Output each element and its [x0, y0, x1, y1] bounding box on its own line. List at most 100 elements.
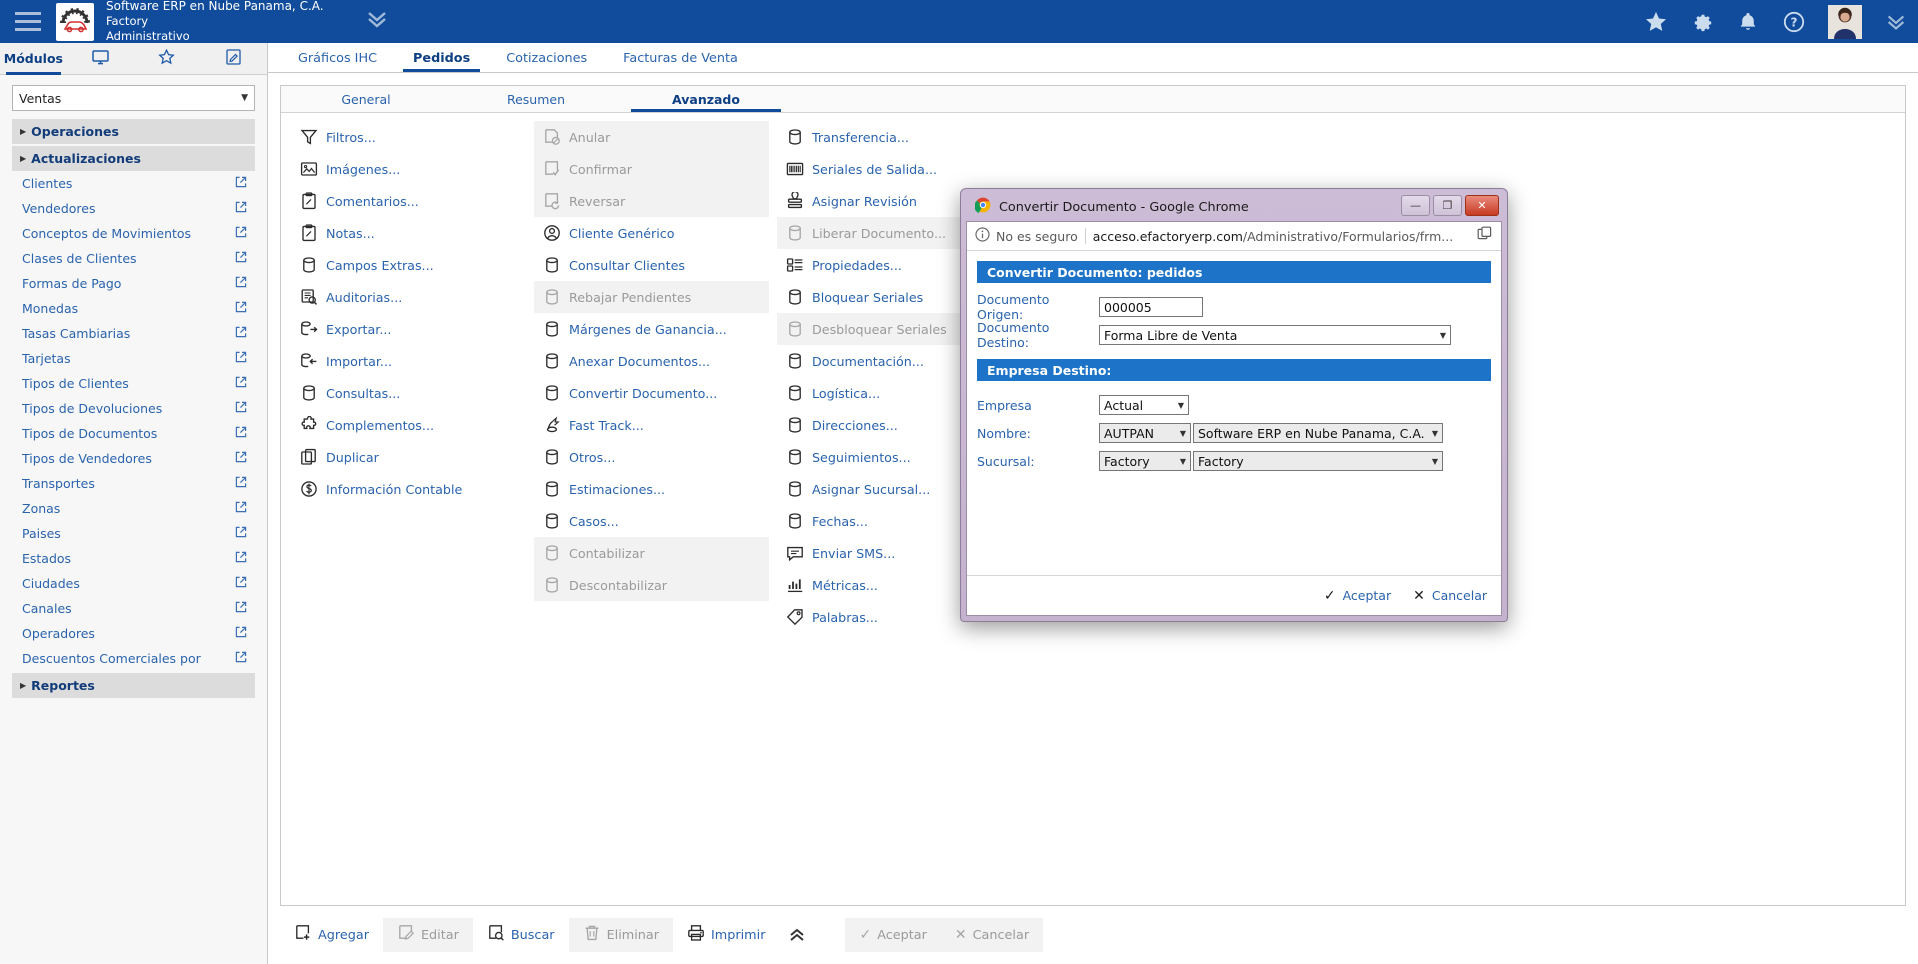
- chevron-double-up-icon[interactable]: [779, 927, 815, 943]
- tab-gr-ficos-ihc[interactable]: Gráficos IHC: [280, 45, 395, 72]
- external-link-icon[interactable]: [235, 651, 247, 666]
- sidebar-tab-monitor[interactable]: [67, 43, 134, 74]
- empresa-select[interactable]: Actual ▼: [1099, 395, 1189, 415]
- action-otros[interactable]: Otros...: [534, 441, 769, 473]
- sidebar-tab-modulos[interactable]: Módulos: [0, 43, 67, 75]
- external-link-icon[interactable]: [235, 276, 247, 291]
- module-select[interactable]: Ventas ▼: [12, 85, 255, 111]
- external-link-icon[interactable]: [235, 326, 247, 341]
- close-button[interactable]: ✕: [1465, 195, 1499, 216]
- action-fast-track[interactable]: Fast Track...: [534, 409, 769, 441]
- action-m-rgenes-de-ganancia[interactable]: Márgenes de Ganancia...: [534, 313, 769, 345]
- maximize-button[interactable]: ❐: [1433, 195, 1462, 216]
- sidebar-tab-favoritos[interactable]: [134, 43, 201, 74]
- sucursal-nombre-select[interactable]: Factory ▼: [1193, 451, 1443, 471]
- sidebar-item-zonas[interactable]: Zonas: [12, 496, 255, 521]
- documento-origen-input[interactable]: 000005: [1099, 297, 1203, 317]
- action-comentarios[interactable]: Comentarios...: [291, 185, 526, 217]
- external-link-icon[interactable]: [235, 626, 247, 641]
- action-duplicar[interactable]: Duplicar: [291, 441, 526, 473]
- sidebar-item-clases-de-clientes[interactable]: Clases de Clientes: [12, 246, 255, 271]
- external-link-icon[interactable]: [235, 401, 247, 416]
- action-seriales-de-salida[interactable]: Seriales de Salida...: [777, 153, 1012, 185]
- dialog-cancelar-button[interactable]: ✕ Cancelar: [1413, 588, 1487, 604]
- action-filtros[interactable]: Filtros...: [291, 121, 526, 153]
- action-transferencia[interactable]: Transferencia...: [777, 121, 1012, 153]
- external-link-icon[interactable]: [235, 551, 247, 566]
- action-notas[interactable]: Notas...: [291, 217, 526, 249]
- sidebar-item-tipos-de-documentos[interactable]: Tipos de Documentos: [12, 421, 255, 446]
- hamburger-menu-icon[interactable]: [0, 12, 56, 31]
- subtab-general[interactable]: General: [281, 86, 451, 112]
- star-icon[interactable]: [1644, 10, 1668, 34]
- external-link-icon[interactable]: [235, 201, 247, 216]
- action-importar[interactable]: Importar...: [291, 345, 526, 377]
- sidebar-item-paises[interactable]: Paises: [12, 521, 255, 546]
- sidebar-item-ciudades[interactable]: Ciudades: [12, 571, 255, 596]
- action-campos-extras[interactable]: Campos Extras...: [291, 249, 526, 281]
- external-link-icon[interactable]: [235, 601, 247, 616]
- sidebar-item-tipos-de-vendedores[interactable]: Tipos de Vendedores: [12, 446, 255, 471]
- security-status[interactable]: No es seguro: [975, 227, 1078, 245]
- external-link-icon[interactable]: [235, 176, 247, 191]
- bell-icon[interactable]: [1736, 10, 1760, 34]
- tab-facturas-de-venta[interactable]: Facturas de Venta: [605, 45, 756, 72]
- dialog-title-bar[interactable]: Convertir Documento - Google Chrome — ❐ …: [965, 193, 1503, 221]
- sidebar-item-operadores[interactable]: Operadores: [12, 621, 255, 646]
- sidebar-tab-notas[interactable]: [200, 43, 267, 74]
- external-link-icon[interactable]: [235, 526, 247, 541]
- action-consultas[interactable]: Consultas...: [291, 377, 526, 409]
- action-informaci-n-contable[interactable]: Información Contable: [291, 473, 526, 505]
- sidebar-item-tipos-de-clientes[interactable]: Tipos de Clientes: [12, 371, 255, 396]
- external-link-icon[interactable]: [235, 351, 247, 366]
- url-text[interactable]: acceso.efactoryerp.com/Administrativo/Fo…: [1093, 229, 1470, 244]
- subtab-resumen[interactable]: Resumen: [451, 86, 621, 112]
- toolbar-buscar[interactable]: Buscar: [473, 918, 569, 952]
- sidebar-item-transportes[interactable]: Transportes: [12, 471, 255, 496]
- external-link-icon[interactable]: [235, 251, 247, 266]
- sidebar-item-descuentos-comerciales-por[interactable]: Descuentos Comerciales por: [12, 646, 255, 671]
- sidebar-group-actualizaciones[interactable]: ▶ Actualizaciones: [12, 146, 255, 171]
- help-icon[interactable]: ?: [1782, 10, 1806, 34]
- toolbar-agregar[interactable]: Agregar: [280, 918, 383, 952]
- user-avatar[interactable]: [1828, 4, 1862, 39]
- copy-url-icon[interactable]: [1477, 226, 1493, 246]
- toolbar-imprimir[interactable]: Imprimir: [673, 918, 779, 952]
- action-im-genes[interactable]: Imágenes...: [291, 153, 526, 185]
- nombre-codigo-select[interactable]: AUTPAN ▼: [1099, 423, 1191, 443]
- action-anexar-documentos[interactable]: Anexar Documentos...: [534, 345, 769, 377]
- external-link-icon[interactable]: [235, 576, 247, 591]
- external-link-icon[interactable]: [235, 376, 247, 391]
- gear-icon[interactable]: [1690, 10, 1714, 34]
- tab-cotizaciones[interactable]: Cotizaciones: [488, 45, 605, 72]
- documento-destino-select[interactable]: Forma Libre de Venta ▼: [1099, 325, 1451, 345]
- action-auditorias[interactable]: Auditorias...: [291, 281, 526, 313]
- subtab-avanzado[interactable]: Avanzado: [621, 86, 791, 112]
- sidebar-item-estados[interactable]: Estados: [12, 546, 255, 571]
- chevron-double-down-icon[interactable]: [364, 10, 390, 33]
- sidebar-item-monedas[interactable]: Monedas: [12, 296, 255, 321]
- dialog-aceptar-button[interactable]: ✓ Aceptar: [1324, 588, 1391, 604]
- sidebar-item-clientes[interactable]: Clientes: [12, 171, 255, 196]
- sidebar-item-formas-de-pago[interactable]: Formas de Pago: [12, 271, 255, 296]
- nombre-empresa-select[interactable]: Software ERP en Nube Panama, C.A. ▼: [1193, 423, 1443, 443]
- sidebar-item-conceptos-de-movimientos[interactable]: Conceptos de Movimientos: [12, 221, 255, 246]
- external-link-icon[interactable]: [235, 226, 247, 241]
- action-exportar[interactable]: Exportar...: [291, 313, 526, 345]
- external-link-icon[interactable]: [235, 476, 247, 491]
- sidebar-item-tasas-cambiarias[interactable]: Tasas Cambiarias: [12, 321, 255, 346]
- action-estimaciones[interactable]: Estimaciones...: [534, 473, 769, 505]
- sidebar-item-vendedores[interactable]: Vendedores: [12, 196, 255, 221]
- action-consultar-clientes[interactable]: Consultar Clientes: [534, 249, 769, 281]
- sidebar-item-tipos-de-devoluciones[interactable]: Tipos de Devoluciones: [12, 396, 255, 421]
- sidebar-item-tarjetas[interactable]: Tarjetas: [12, 346, 255, 371]
- external-link-icon[interactable]: [235, 501, 247, 516]
- external-link-icon[interactable]: [235, 451, 247, 466]
- sidebar-item-canales[interactable]: Canales: [12, 596, 255, 621]
- sidebar-group-reportes[interactable]: ▶ Reportes: [12, 673, 255, 698]
- tab-pedidos[interactable]: Pedidos: [395, 45, 488, 72]
- external-link-icon[interactable]: [235, 426, 247, 441]
- chevron-double-down-right-icon[interactable]: [1884, 13, 1908, 31]
- action-cliente-gen-rico[interactable]: Cliente Genérico: [534, 217, 769, 249]
- action-casos[interactable]: Casos...: [534, 505, 769, 537]
